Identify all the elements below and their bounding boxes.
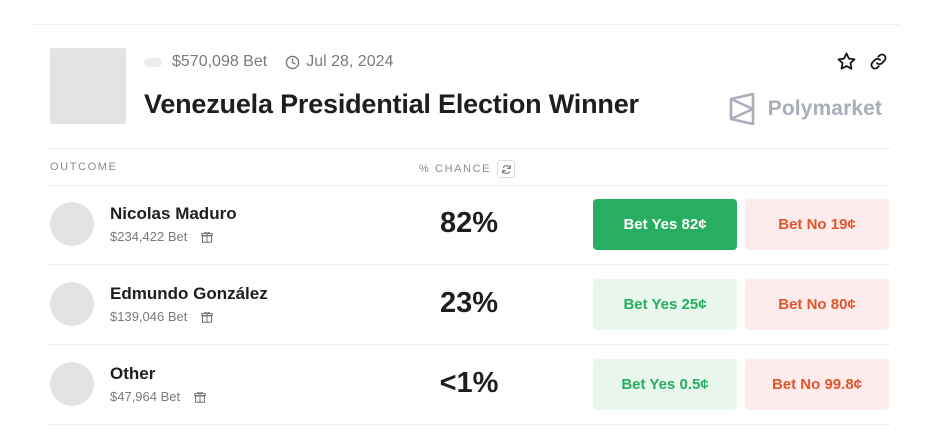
bet-no-button[interactable]: Bet No 19¢ bbox=[745, 199, 889, 250]
outcome-chance: 82% bbox=[439, 207, 499, 239]
outcome-chance: <1% bbox=[439, 367, 499, 399]
link-icon[interactable] bbox=[869, 52, 888, 71]
star-icon[interactable] bbox=[836, 51, 857, 72]
market-title: Venezuela Presidential Election Winner bbox=[144, 89, 639, 119]
table-header: OUTCOME % CHANCE bbox=[48, 148, 890, 186]
outcome-column-header: OUTCOME bbox=[50, 161, 118, 173]
brand-logo: Polymarket bbox=[728, 93, 882, 125]
market-volume: $570,098 Bet bbox=[172, 53, 268, 70]
polymarket-logo-icon bbox=[728, 93, 758, 125]
outcome-volume-line: $234,422 Bet bbox=[110, 229, 214, 244]
outcome-name: Nicolas Maduro bbox=[110, 204, 237, 223]
market-meta: $570,098 Bet Jul 28, 2024 bbox=[144, 52, 393, 72]
outcome-row: Other $47,964 Bet <1% Bet Yes 0.5¢ Bet N… bbox=[48, 345, 890, 425]
bet-yes-button[interactable]: Bet Yes 82¢ bbox=[593, 199, 737, 250]
tag-pill bbox=[144, 57, 162, 67]
bet-yes-button[interactable]: Bet Yes 25¢ bbox=[593, 279, 737, 330]
bet-no-button[interactable]: Bet No 99.8¢ bbox=[745, 359, 889, 410]
brand-name: Polymarket bbox=[767, 97, 882, 120]
outcome-volume: $234,422 Bet bbox=[110, 229, 188, 244]
market-date: Jul 28, 2024 bbox=[306, 53, 394, 70]
chance-column-label: % CHANCE bbox=[419, 163, 492, 175]
outcome-volume: $47,964 Bet bbox=[110, 389, 181, 404]
outcome-name: Edmundo González bbox=[110, 284, 268, 303]
clock-icon bbox=[285, 55, 300, 70]
avatar bbox=[50, 202, 94, 246]
outcome-volume: $139,046 Bet bbox=[110, 309, 188, 324]
gift-icon bbox=[201, 311, 214, 323]
outcome-row: Nicolas Maduro $234,422 Bet 82% Bet Yes … bbox=[48, 185, 890, 265]
gift-icon bbox=[201, 231, 214, 243]
bet-yes-button[interactable]: Bet Yes 0.5¢ bbox=[593, 359, 737, 410]
gift-icon bbox=[194, 391, 206, 403]
refresh-icon[interactable] bbox=[497, 160, 516, 178]
avatar bbox=[50, 282, 94, 326]
market-thumbnail bbox=[50, 48, 126, 124]
top-divider bbox=[30, 24, 900, 25]
outcome-volume-line: $139,046 Bet bbox=[110, 309, 214, 324]
outcome-volume-line: $47,964 Bet bbox=[110, 389, 206, 404]
outcome-name: Other bbox=[110, 364, 156, 383]
outcome-chance: 23% bbox=[439, 287, 499, 319]
chance-column-header: % CHANCE bbox=[419, 160, 516, 178]
market-actions bbox=[836, 51, 888, 72]
avatar bbox=[50, 362, 94, 406]
outcome-row: Edmundo González $139,046 Bet 23% Bet Ye… bbox=[48, 265, 890, 345]
bet-no-button[interactable]: Bet No 80¢ bbox=[745, 279, 889, 330]
